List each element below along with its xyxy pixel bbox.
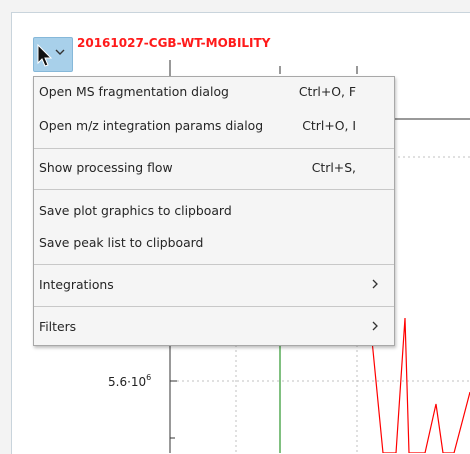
plot-title: 20161027-CGB-WT-MOBILITY bbox=[77, 36, 271, 50]
menu-separator bbox=[34, 148, 394, 149]
context-menu: Open MS fragmentation dialog Ctrl+O, F O… bbox=[33, 76, 395, 346]
menu-item-save-peak-list[interactable]: Save peak list to clipboard bbox=[34, 228, 394, 258]
menu-item-show-processing-flow[interactable]: Show processing flow Ctrl+S, bbox=[34, 153, 394, 183]
menu-item-open-mz-integration[interactable]: Open m/z integration params dialog Ctrl+… bbox=[34, 111, 394, 141]
chevron-right-icon bbox=[372, 321, 378, 331]
menu-separator bbox=[34, 264, 394, 265]
menu-item-open-ms-fragmentation[interactable]: Open MS fragmentation dialog Ctrl+O, F bbox=[34, 77, 394, 107]
menu-item-label: Filters bbox=[39, 319, 77, 334]
menu-item-integrations[interactable]: Integrations bbox=[34, 270, 394, 300]
y-tick-label: 5.6·106 bbox=[108, 373, 151, 389]
chevron-right-icon bbox=[372, 279, 378, 289]
menu-item-label: Open m/z integration params dialog bbox=[39, 118, 264, 133]
menu-item-label: Open MS fragmentation dialog bbox=[39, 84, 229, 99]
menu-item-label: Save peak list to clipboard bbox=[39, 235, 204, 250]
y-tick-mantissa: 5.6·10 bbox=[108, 375, 147, 389]
menu-item-shortcut: Ctrl+O, I bbox=[302, 118, 356, 133]
menu-item-label: Show processing flow bbox=[39, 160, 173, 175]
menu-item-shortcut: Ctrl+O, F bbox=[298, 84, 356, 99]
menu-item-save-plot-graphics[interactable]: Save plot graphics to clipboard bbox=[34, 196, 394, 226]
y-tick-exponent: 6 bbox=[146, 373, 152, 382]
menu-item-label: Save plot graphics to clipboard bbox=[39, 203, 232, 218]
menu-item-label: Integrations bbox=[39, 277, 114, 292]
menu-separator bbox=[34, 189, 394, 190]
plot-menu-button[interactable] bbox=[33, 37, 73, 72]
menu-item-filters[interactable]: Filters bbox=[34, 312, 394, 342]
mouse-cursor-icon bbox=[37, 44, 53, 67]
menu-item-shortcut: Ctrl+S, bbox=[311, 160, 356, 175]
chevron-down-icon bbox=[55, 49, 65, 55]
menu-separator bbox=[34, 306, 394, 307]
